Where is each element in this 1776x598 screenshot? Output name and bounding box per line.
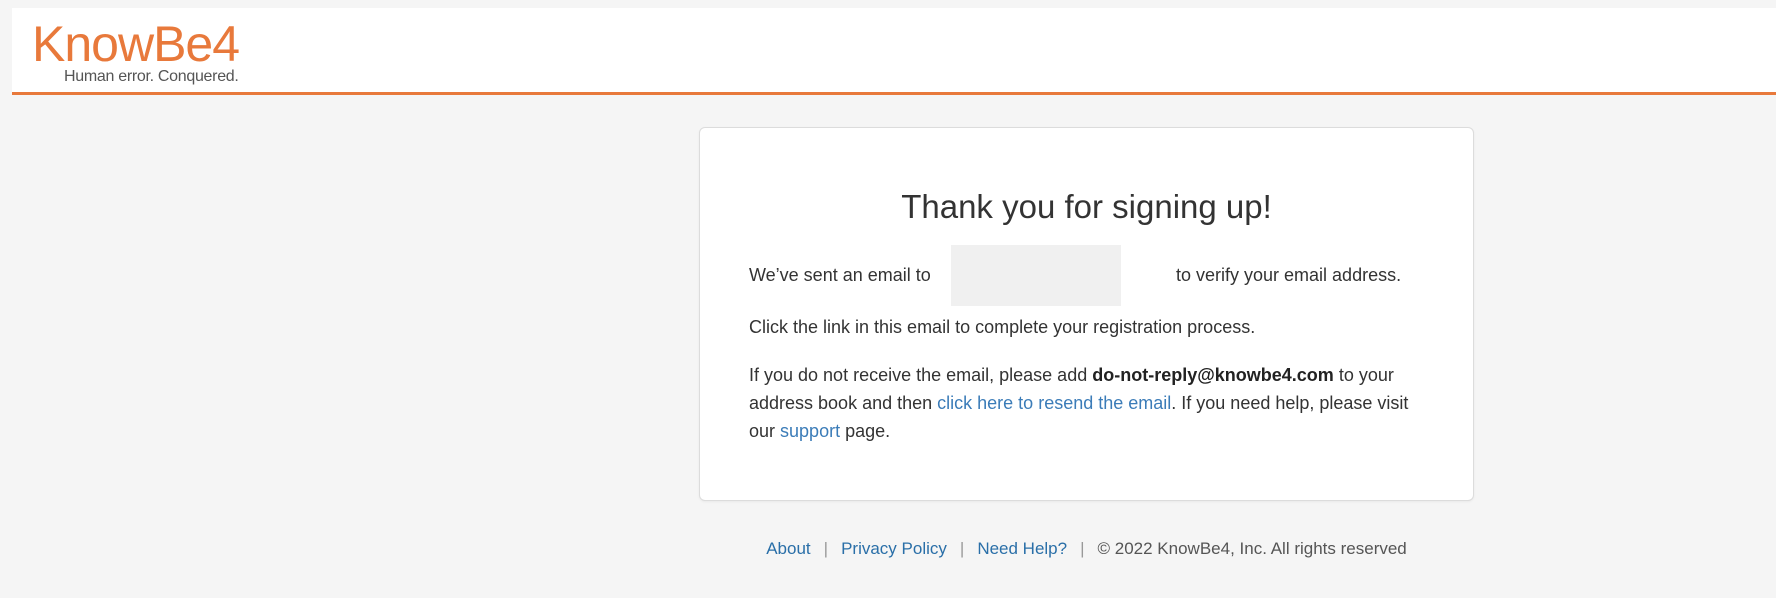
- top-header: KnowBe4 Human error. Conquered.: [12, 8, 1776, 95]
- page-footer: About | Privacy Policy | Need Help? | © 2022 K…: [699, 537, 1474, 561]
- resend-email-link[interactable]: click here to resend the email: [937, 393, 1171, 413]
- signup-confirmation-card: Thank you for signing up! We’ve sent an …: [699, 127, 1474, 501]
- knowbe4-logo[interactable]: KnowBe4 Human error. Conquered.: [32, 18, 272, 88]
- click-link-message: Click the link in this email to complete…: [749, 317, 1256, 337]
- footer-separator: |: [959, 539, 965, 558]
- support-link[interactable]: support: [780, 421, 840, 441]
- logo-wordmark: KnowBe4: [32, 16, 240, 72]
- sent-email-text-after: to verify your email address.: [1176, 265, 1402, 285]
- footer-separator: |: [1080, 539, 1085, 558]
- footer-copyright: © 2022 KnowBe4, Inc. All rights reserved: [1097, 539, 1407, 558]
- footer-about-link[interactable]: About: [766, 539, 810, 558]
- resend-text-part4: page.: [845, 421, 891, 441]
- sender-email-address: do-not-reply@knowbe4.com: [1092, 365, 1334, 385]
- footer-separator: |: [823, 539, 829, 558]
- sent-email-text-before: We’ve sent an email to: [749, 265, 931, 285]
- redacted-email-box: [951, 245, 1121, 306]
- page-title: Thank you for signing up!: [901, 188, 1272, 225]
- footer-privacy-link[interactable]: Privacy Policy: [841, 539, 947, 558]
- footer-help-link[interactable]: Need Help?: [977, 539, 1067, 558]
- resend-help-message: If you do not receive the email, please …: [749, 361, 1429, 445]
- resend-text-part1: If you do not receive the email, please …: [749, 365, 1088, 385]
- logo-tagline: Human error. Conquered.: [64, 68, 239, 85]
